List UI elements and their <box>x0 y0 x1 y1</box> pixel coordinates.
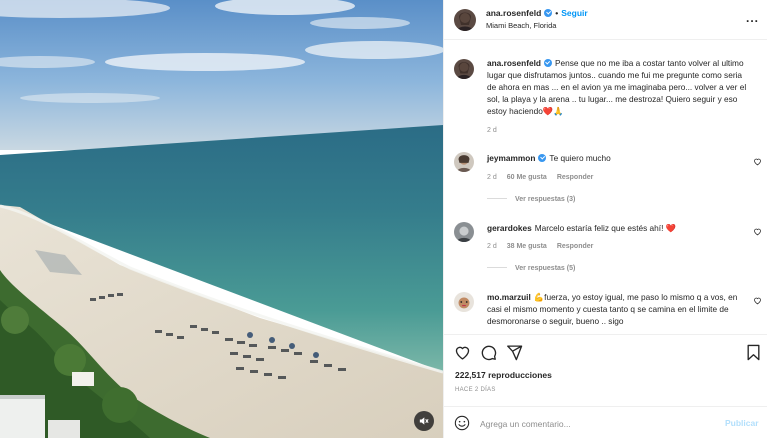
emoji-icon[interactable] <box>454 415 470 431</box>
comments-fade <box>444 327 767 334</box>
comment-item: gerardokes Marcelo estaría feliz que esté… <box>487 222 749 234</box>
comment-username[interactable]: gerardokes <box>487 223 532 233</box>
verified-badge-icon <box>543 59 552 67</box>
follow-button[interactable]: Seguir <box>561 8 587 18</box>
replies-divider <box>487 198 507 199</box>
comment-time[interactable]: 2 d <box>487 243 497 250</box>
bookmark-icon[interactable] <box>746 344 761 361</box>
comment-likes[interactable]: 60 Me gusta <box>507 174 547 181</box>
view-replies-button[interactable]: Ver respuestas (3) <box>487 196 575 203</box>
author-avatar[interactable] <box>454 9 476 31</box>
caption-username[interactable]: ana.rosenfeld <box>487 58 541 68</box>
mute-toggle-button[interactable] <box>414 411 434 431</box>
verified-badge-icon <box>544 9 553 17</box>
more-options-icon[interactable]: ... <box>746 11 759 25</box>
comment-avatar[interactable] <box>454 222 474 242</box>
view-replies-label[interactable]: Ver respuestas (3) <box>515 196 575 203</box>
separator-dot: • <box>555 8 559 18</box>
reply-button[interactable]: Responder <box>557 174 594 181</box>
comment-username[interactable]: mo.marzuil <box>487 292 531 302</box>
comments-list[interactable]: ana.rosenfeld Pense que no me iba a costa… <box>444 41 767 334</box>
comment-icon[interactable] <box>480 344 497 361</box>
add-comment-bar: Publicar <box>444 406 767 438</box>
comment-meta: 2 d 38 Me gusta Responder <box>487 243 603 250</box>
post-actions-bar: 222,517 reproducciones HACE 2 DÍAS <box>444 334 767 406</box>
view-replies-button[interactable]: Ver respuestas (5) <box>487 265 575 272</box>
mute-icon <box>419 417 429 425</box>
share-icon[interactable] <box>506 344 523 361</box>
verified-badge-icon <box>538 154 547 162</box>
replies-divider <box>487 267 507 268</box>
post-header: ana.rosenfeld • Seguir Miami Beach, Florid… <box>444 0 767 40</box>
author-line: ana.rosenfeld • Seguir <box>486 8 588 18</box>
post-location[interactable]: Miami Beach, Florida <box>486 21 556 30</box>
post-sidebar: ana.rosenfeld • Seguir Miami Beach, Florid… <box>443 0 767 438</box>
post-video[interactable] <box>0 0 443 438</box>
comment-likes[interactable]: 38 Me gusta <box>507 243 547 250</box>
comment-avatar[interactable] <box>454 152 474 172</box>
publish-button[interactable]: Publicar <box>725 418 759 428</box>
heart-icon[interactable] <box>454 344 471 361</box>
comment-like-heart-icon[interactable] <box>753 227 762 236</box>
view-replies-label[interactable]: Ver respuestas (5) <box>515 265 575 272</box>
comment-like-heart-icon[interactable] <box>753 296 762 305</box>
reply-button[interactable]: Responder <box>557 243 594 250</box>
post-caption: ana.rosenfeld Pense que no me iba a costa… <box>487 57 749 117</box>
comment-input[interactable] <box>480 415 710 432</box>
comment-text: Te quiero mucho <box>549 153 611 163</box>
video-views-count[interactable]: 222,517 reproducciones <box>455 370 552 380</box>
beach-video-frame <box>0 0 443 438</box>
comment-avatar[interactable] <box>454 292 474 312</box>
post-date[interactable]: HACE 2 DÍAS <box>455 387 496 393</box>
caption-meta: 2 d <box>487 127 507 134</box>
comment-text: Marcelo estaría feliz que estés ahí! ❤️ <box>534 223 677 233</box>
comment-username[interactable]: jeymammon <box>487 153 535 163</box>
caption-time[interactable]: 2 d <box>487 127 497 134</box>
comment-meta: 2 d 60 Me gusta Responder <box>487 174 603 181</box>
author-username[interactable]: ana.rosenfeld <box>486 8 541 18</box>
comment-time[interactable]: 2 d <box>487 174 497 181</box>
caption-author-avatar[interactable] <box>454 59 474 79</box>
comment-item: mo.marzuil 💪fuerza, yo estoy igual, me pa… <box>487 291 749 327</box>
comment-like-heart-icon[interactable] <box>753 157 762 166</box>
comment-item: jeymammon Te quiero mucho <box>487 152 749 164</box>
